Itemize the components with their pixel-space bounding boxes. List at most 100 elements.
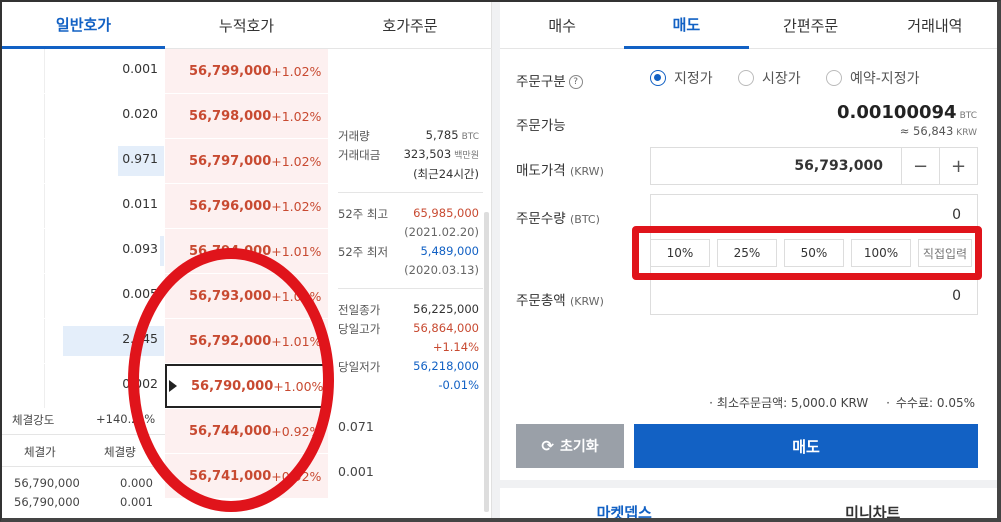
price-value: 56,796,000 xyxy=(189,198,272,214)
tab-orderbook-order[interactable]: 호가주문 xyxy=(328,2,492,49)
bid-qty: 0.071 xyxy=(338,419,374,434)
orderbook-panel: 일반호가 누적호가 호가주문 0.001 56,799,000 +1.02% 0.02… xyxy=(2,2,492,518)
available-value: 0.00100094 BTC xyxy=(837,102,977,123)
price-value: 56,794,000 xyxy=(189,243,272,259)
min-order-info: · 최소주문금액: 5,000.0 KRW · 수수료: 0.05% xyxy=(709,396,975,410)
price-value: 56,798,000 xyxy=(189,108,272,124)
change-pct: +1.02% xyxy=(271,63,322,79)
orderbook-row[interactable]: 0.093 56,794,000 +1.01% xyxy=(2,229,332,274)
decrement-button[interactable]: − xyxy=(901,148,939,184)
qty-cell: 0.011 xyxy=(44,184,164,228)
qty-cell: 0.002 xyxy=(44,364,164,408)
day-low-value: 56,218,000 xyxy=(413,359,479,373)
divider xyxy=(2,466,165,467)
refresh-icon: ⟳ xyxy=(541,437,554,455)
trade-qty: 0.000 xyxy=(120,476,153,490)
change-pct: +1.01% xyxy=(271,288,322,304)
price-value: 56,792,000 xyxy=(189,333,272,349)
qty-cell: 0.020 xyxy=(44,94,164,138)
orderbook-row[interactable]: 0.005 56,793,000 +1.01% xyxy=(2,274,332,319)
radio-checked-icon xyxy=(650,70,666,86)
qty-cell: 0.971 xyxy=(44,139,164,183)
screenshot-frame: 일반호가 누적호가 호가주문 0.001 56,799,000 +1.02% 0.02… xyxy=(0,0,1001,522)
orderbook-row[interactable]: 0.002 56,790,000 +1.00% xyxy=(2,364,332,409)
orderbook-row[interactable]: 0.971 56,797,000 +1.02% xyxy=(2,139,332,184)
price-value: 56,793,000 xyxy=(189,288,272,304)
tab-sell[interactable]: 매도 xyxy=(624,2,749,49)
trade-qty: 0.001 xyxy=(120,495,153,509)
increment-button[interactable]: + xyxy=(939,148,977,184)
price-cell[interactable]: 56,798,000 +1.02% xyxy=(165,94,328,138)
qty-value: 2.445 xyxy=(122,331,158,346)
strength-value: +140.2_% xyxy=(96,412,156,426)
available-krw: ≈ 56,843 KRW xyxy=(899,124,977,138)
radio-unchecked-icon xyxy=(826,70,842,86)
divider xyxy=(500,480,997,488)
price-value: 56,797,000 xyxy=(189,153,272,169)
qty-value: 0.971 xyxy=(122,151,158,166)
current-price-arrow-icon xyxy=(169,380,177,392)
tab-market-depth[interactable]: 마켓뎁스 xyxy=(500,488,749,518)
sell-button[interactable]: 매도 xyxy=(634,424,978,468)
total-input[interactable]: 0 xyxy=(650,277,978,315)
divider xyxy=(338,192,483,193)
price-cell[interactable]: 56,797,000 +1.02% xyxy=(165,139,328,183)
price-cell[interactable]: 56,799,000 +1.02% xyxy=(165,49,328,93)
prev-close-label: 전일종가 xyxy=(338,303,381,317)
change-pct: +0.92% xyxy=(271,423,322,439)
qty-value: 0.005 xyxy=(122,286,158,301)
qty-value: 0.001 xyxy=(122,61,158,76)
order-tabs: 매수 매도 간편주문 거래내역 xyxy=(500,2,997,49)
price-cell[interactable]: 56,792,000 +1.01% xyxy=(165,319,328,363)
price-cell[interactable]: 56,794,000 +1.01% xyxy=(165,229,328,273)
qty-label: 주문수량 (BTC) xyxy=(516,211,600,227)
qty-bar xyxy=(159,236,164,266)
tab-trade-history[interactable]: 거래내역 xyxy=(873,2,997,49)
day-high-pct: +1.14% xyxy=(432,340,479,354)
help-icon[interactable]: ? xyxy=(568,75,583,89)
current-price-cell[interactable]: 56,790,000 +1.00% xyxy=(165,364,328,408)
qty-cell: 0.001 xyxy=(44,49,164,93)
orderbook-row[interactable]: 2.445 56,792,000 +1.01% xyxy=(2,319,332,364)
price-cell[interactable]: 56,793,000 +1.01% xyxy=(165,274,328,318)
divider xyxy=(2,434,165,435)
tab-mini-chart[interactable]: 미니차트 xyxy=(749,488,998,518)
change-pct: +1.00% xyxy=(273,378,324,394)
high52-date: (2021.02.20) xyxy=(404,225,479,239)
day-low-label: 당일저가 xyxy=(338,360,381,374)
panel-gap xyxy=(492,2,500,518)
bid-qty: 0.001 xyxy=(338,464,374,479)
qty-cell: 0.005 xyxy=(44,274,164,318)
radio-limit[interactable]: 지정가 xyxy=(650,68,713,88)
tab-general-orderbook[interactable]: 일반호가 xyxy=(2,2,165,49)
total-label: 주문총액 (KRW) xyxy=(516,293,604,309)
volume-value: 5,785 BTC xyxy=(425,128,479,142)
sell-price-input[interactable]: 56,793,000 − + xyxy=(650,147,978,185)
radio-reserved-limit[interactable]: 예약-지정가 xyxy=(826,68,919,88)
scrollbar[interactable] xyxy=(484,212,489,512)
available-label: 주문가능 xyxy=(516,118,566,134)
orderbook-row[interactable]: 0.020 56,798,000 +1.02% xyxy=(2,94,332,139)
qty-cell: 2.445 xyxy=(44,319,164,363)
tab-cumulative-orderbook[interactable]: 누적호가 xyxy=(165,2,328,49)
price-value: 56,799,000 xyxy=(189,63,272,79)
tab-simple-order[interactable]: 간편주문 xyxy=(749,2,873,49)
amount-label: 거래대금 xyxy=(338,148,381,162)
qty-value: 0.093 xyxy=(122,241,158,256)
low52-value: 5,489,000 xyxy=(420,244,479,258)
tab-buy[interactable]: 매수 xyxy=(500,2,624,49)
orderbook-row[interactable]: 0.011 56,796,000 +1.02% xyxy=(2,184,332,229)
qty-cell: 0.093 xyxy=(44,229,164,273)
radio-market[interactable]: 시장가 xyxy=(738,68,801,88)
price-cell[interactable]: 56,796,000 +1.02% xyxy=(165,184,328,228)
reset-button[interactable]: ⟳ 초기화 xyxy=(516,424,624,468)
prev-close-value: 56,225,000 xyxy=(413,302,479,316)
bottom-tabs: 마켓뎁스 미니차트 xyxy=(500,488,998,518)
low52-label: 52주 최저 xyxy=(338,245,389,259)
high52-value: 65,985,000 xyxy=(413,206,479,220)
price-value: 56,790,000 xyxy=(191,378,274,394)
day-high-value: 56,864,000 xyxy=(413,321,479,335)
change-pct: +1.01% xyxy=(271,243,322,259)
orderbook-row[interactable]: 0.001 56,799,000 +1.02% xyxy=(2,49,332,94)
divider xyxy=(338,288,483,289)
